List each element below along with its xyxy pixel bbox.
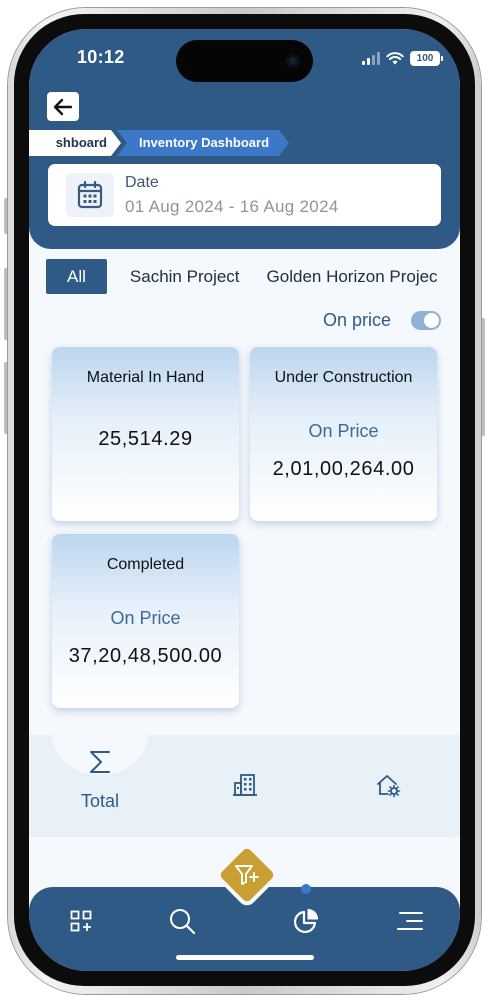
tab-total-label: Total xyxy=(80,791,120,811)
wifi-icon xyxy=(386,52,404,65)
dynamic-island xyxy=(176,40,313,82)
price-toggle[interactable] xyxy=(411,311,441,330)
search-icon[interactable] xyxy=(167,906,197,936)
breadcrumb-previous[interactable]: shboard xyxy=(29,130,121,156)
date-range: 01 Aug 2024 - 16 Aug 2024 xyxy=(125,197,339,216)
card-value: 2,01,00,264.00 xyxy=(272,458,415,480)
home-settings-icon[interactable] xyxy=(375,772,401,798)
grid-add-icon[interactable] xyxy=(66,906,96,936)
project-tabs: All Sachin Project Golden Horizon Projec xyxy=(46,259,460,294)
signal-icon xyxy=(362,52,380,65)
date-label: Date xyxy=(125,174,159,191)
camera-icon xyxy=(286,54,300,68)
card-subtitle: On Price xyxy=(110,608,181,628)
status-icons: 100 xyxy=(362,51,443,66)
app-screen: 10:12 100 shboard Inventory Dashboard Da… xyxy=(29,29,460,971)
date-filter[interactable]: Date 01 Aug 2024 - 16 Aug 2024 xyxy=(48,164,441,226)
completed-card[interactable]: Completed On Price 37,20,48,500.00 xyxy=(52,534,239,708)
status-time: 10:12 xyxy=(77,47,125,67)
card-title: Material In Hand xyxy=(86,369,205,386)
card-title: Under Construction xyxy=(274,369,413,386)
tab-total[interactable]: Total xyxy=(51,735,149,835)
price-toggle-label: On price xyxy=(322,310,391,330)
card-title: Completed xyxy=(106,556,185,573)
breadcrumb: shboard Inventory Dashboard xyxy=(29,130,289,156)
header: 10:12 100 shboard Inventory Dashboard Da… xyxy=(29,29,460,249)
tab-golden-horizon-project[interactable]: Golden Horizon Projec xyxy=(267,267,438,287)
arrow-left-icon xyxy=(53,98,73,115)
active-indicator-dot xyxy=(301,884,311,894)
sigma-icon xyxy=(90,751,110,773)
under-construction-card[interactable]: Under Construction On Price 2,01,00,264.… xyxy=(250,347,437,521)
pie-chart-icon[interactable] xyxy=(291,906,321,936)
calendar-icon xyxy=(66,173,114,217)
back-button[interactable] xyxy=(47,92,79,121)
tab-sachin-project[interactable]: Sachin Project xyxy=(130,267,240,287)
home-indicator xyxy=(176,955,314,960)
card-subtitle: On Price xyxy=(308,421,379,441)
summary-tabs: Total xyxy=(29,729,460,837)
building-icon[interactable] xyxy=(232,772,258,798)
card-value: 37,20,48,500.00 xyxy=(68,645,223,667)
price-toggle-row: On price xyxy=(323,310,441,331)
tab-all[interactable]: All xyxy=(46,259,107,294)
material-in-hand-card[interactable]: Material In Hand 25,514.29 xyxy=(52,347,239,521)
card-value: 25,514.29 xyxy=(98,428,193,450)
menu-icon[interactable] xyxy=(395,906,425,936)
filter-add-icon xyxy=(223,851,271,899)
breadcrumb-current: Inventory Dashboard xyxy=(117,130,289,156)
battery-icon: 100 xyxy=(410,51,443,66)
